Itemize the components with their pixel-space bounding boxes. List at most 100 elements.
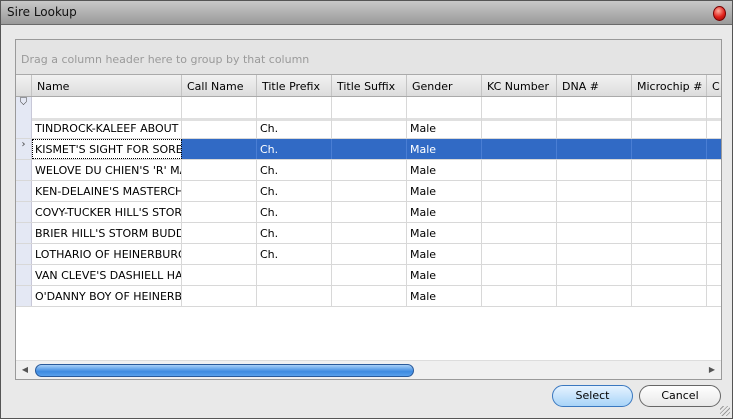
table-row[interactable]: › KISMET'S SIGHT FOR SORE... Ch. Male (16, 139, 721, 160)
table-cell[interactable] (707, 286, 721, 306)
filter-icon[interactable]: ⛉ (16, 97, 32, 118)
close-icon[interactable] (713, 6, 726, 21)
table-cell[interactable] (557, 265, 632, 285)
table-cell[interactable] (632, 160, 707, 180)
filter-cell[interactable] (557, 97, 632, 118)
table-cell[interactable] (707, 223, 721, 243)
table-row[interactable]: O'DANNY BOY OF HEINERB... Male (16, 286, 721, 307)
table-cell[interactable] (257, 265, 332, 285)
filter-cell[interactable] (182, 97, 257, 118)
table-cell[interactable] (332, 118, 407, 138)
table-cell[interactable] (707, 139, 721, 159)
table-cell[interactable]: Male (407, 202, 482, 222)
table-cell[interactable] (332, 244, 407, 264)
table-cell[interactable]: TINDROCK-KALEEF ABOUT ... (32, 118, 182, 138)
filter-cell[interactable] (707, 97, 721, 118)
table-cell[interactable] (482, 223, 557, 243)
column-header[interactable]: C (707, 75, 721, 96)
column-header[interactable]: Gender (407, 75, 482, 96)
table-cell[interactable] (557, 286, 632, 306)
table-cell[interactable] (182, 223, 257, 243)
table-cell[interactable]: KISMET'S SIGHT FOR SORE... (32, 139, 182, 159)
table-cell[interactable]: Male (407, 160, 482, 180)
table-cell[interactable]: COVY-TUCKER HILL'S STOR... (32, 202, 182, 222)
column-header[interactable]: DNA # (557, 75, 632, 96)
table-cell[interactable] (182, 160, 257, 180)
table-cell[interactable]: Ch. (257, 139, 332, 159)
table-cell[interactable] (632, 118, 707, 138)
table-cell[interactable] (632, 139, 707, 159)
column-header[interactable]: Name (32, 75, 182, 96)
table-cell[interactable] (182, 265, 257, 285)
table-cell[interactable]: Male (407, 223, 482, 243)
table-cell[interactable] (332, 139, 407, 159)
table-cell[interactable]: BRIER HILL'S STORM BUDDY (32, 223, 182, 243)
table-cell[interactable] (482, 118, 557, 138)
table-cell[interactable]: Male (407, 181, 482, 201)
table-cell[interactable] (557, 118, 632, 138)
column-header[interactable]: KC Number (482, 75, 557, 96)
table-cell[interactable] (182, 118, 257, 138)
column-header[interactable]: Microchip # (632, 75, 707, 96)
table-cell[interactable] (632, 265, 707, 285)
table-cell[interactable]: WELOVE DU CHIEN'S 'R' MAN (32, 160, 182, 180)
column-header[interactable]: Call Name (182, 75, 257, 96)
horizontal-scrollbar[interactable]: ◀ ▶ (16, 360, 721, 379)
table-cell[interactable] (482, 244, 557, 264)
filter-cell[interactable] (257, 97, 332, 118)
table-cell[interactable] (557, 181, 632, 201)
column-header[interactable]: Title Suffix (332, 75, 407, 96)
table-cell[interactable] (707, 181, 721, 201)
table-cell[interactable] (482, 160, 557, 180)
table-cell[interactable] (707, 244, 721, 264)
table-cell[interactable] (557, 139, 632, 159)
table-cell[interactable] (707, 160, 721, 180)
table-cell[interactable] (707, 118, 721, 138)
table-cell[interactable] (182, 244, 257, 264)
table-cell[interactable]: VAN CLEVE'S DASHIELL HA... (32, 265, 182, 285)
table-cell[interactable] (332, 160, 407, 180)
table-cell[interactable]: Ch. (257, 160, 332, 180)
table-cell[interactable] (632, 244, 707, 264)
filter-cell[interactable] (407, 97, 482, 118)
table-cell[interactable]: Ch. (257, 202, 332, 222)
table-row[interactable]: BRIER HILL'S STORM BUDDY Ch. Male (16, 223, 721, 244)
group-by-panel[interactable]: Drag a column header here to group by th… (16, 40, 721, 74)
select-button[interactable]: Select (552, 385, 633, 407)
filter-cell[interactable] (482, 97, 557, 118)
cancel-button[interactable]: Cancel (639, 385, 721, 407)
scrollbar-thumb[interactable] (35, 364, 414, 377)
table-cell[interactable] (182, 202, 257, 222)
table-cell[interactable] (707, 265, 721, 285)
table-row[interactable]: WELOVE DU CHIEN'S 'R' MAN Ch. Male (16, 160, 721, 181)
table-cell[interactable] (482, 139, 557, 159)
table-cell[interactable] (332, 223, 407, 243)
table-cell[interactable]: LOTHARIO OF HEINERBURG (32, 244, 182, 264)
table-cell[interactable]: Ch. (257, 223, 332, 243)
scroll-left-icon[interactable]: ◀ (18, 363, 32, 377)
table-row[interactable]: LOTHARIO OF HEINERBURG Ch. Male (16, 244, 721, 265)
table-cell[interactable]: Male (407, 244, 482, 264)
table-cell[interactable] (482, 286, 557, 306)
column-header[interactable]: Title Prefix (257, 75, 332, 96)
table-cell[interactable] (182, 181, 257, 201)
table-cell[interactable] (707, 202, 721, 222)
table-cell[interactable]: KEN-DELAINE'S MASTERCH... (32, 181, 182, 201)
table-row[interactable]: COVY-TUCKER HILL'S STOR... Ch. Male (16, 202, 721, 223)
table-cell[interactable] (632, 202, 707, 222)
table-cell[interactable] (632, 286, 707, 306)
table-cell[interactable] (632, 181, 707, 201)
table-cell[interactable] (632, 223, 707, 243)
table-cell[interactable]: Ch. (257, 118, 332, 138)
table-cell[interactable]: Ch. (257, 181, 332, 201)
table-cell[interactable]: Male (407, 265, 482, 285)
table-row[interactable]: KEN-DELAINE'S MASTERCH... Ch. Male (16, 181, 721, 202)
table-cell[interactable] (182, 139, 257, 159)
table-cell[interactable]: Male (407, 139, 482, 159)
table-cell[interactable] (557, 244, 632, 264)
table-cell[interactable] (482, 181, 557, 201)
table-cell[interactable]: Male (407, 118, 482, 138)
table-cell[interactable] (482, 265, 557, 285)
filter-cell[interactable] (332, 97, 407, 118)
table-cell[interactable] (557, 202, 632, 222)
